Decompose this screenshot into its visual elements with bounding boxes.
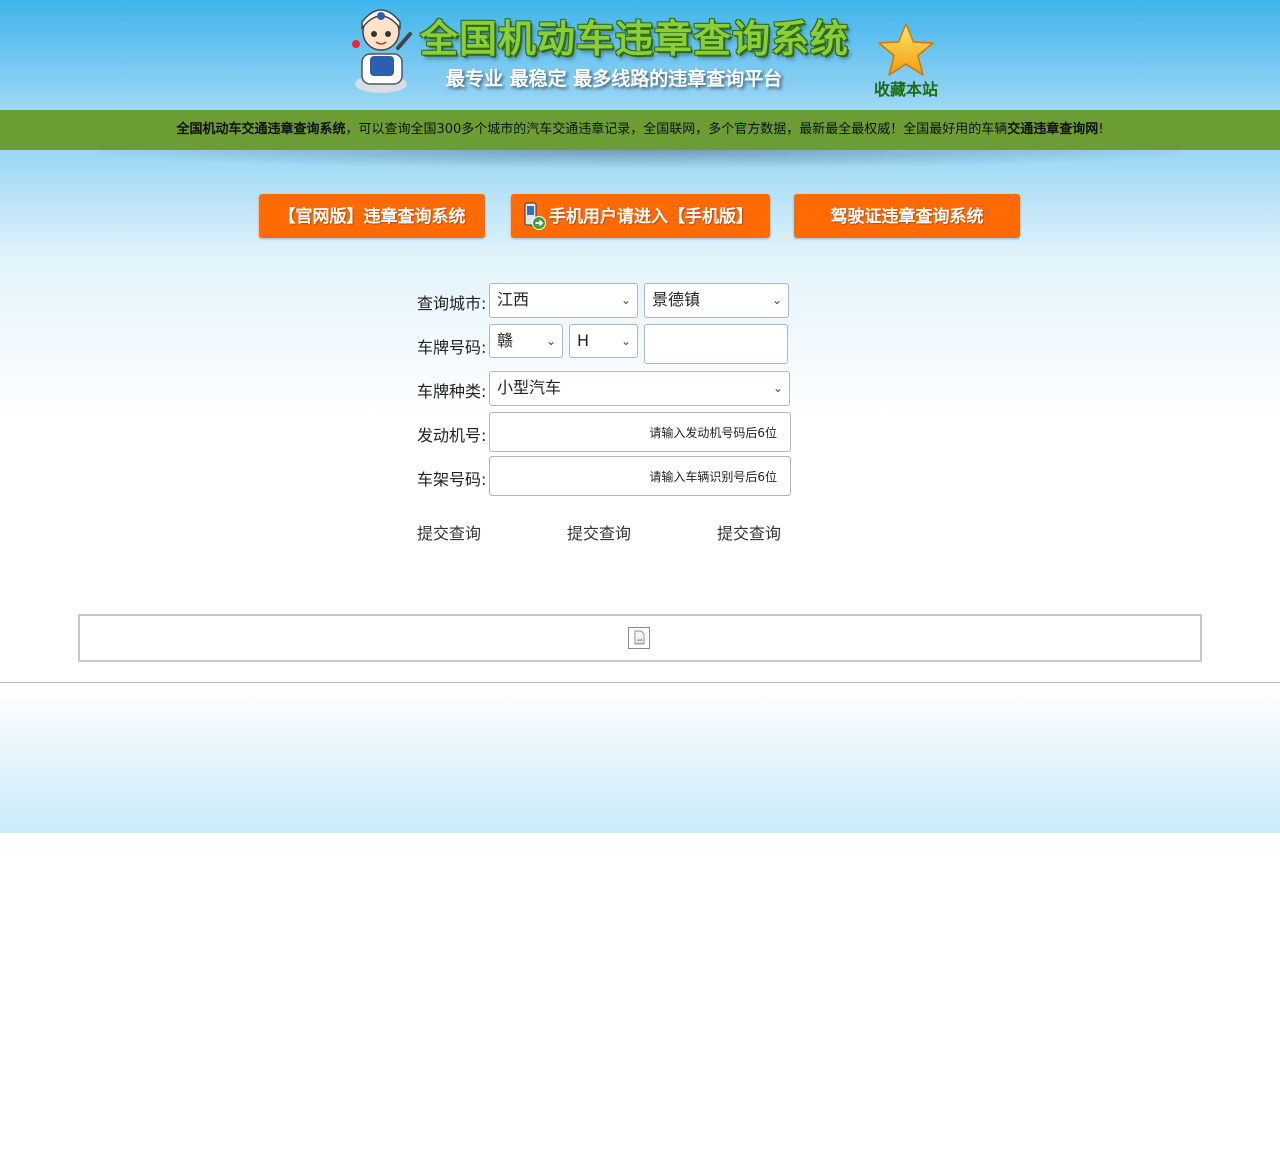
phone-icon (524, 202, 546, 230)
favorite-label: 收藏本站 (873, 80, 938, 99)
license-query-button[interactable]: 驾驶证违章查询系统 (794, 194, 1020, 238)
plate-prefix-select[interactable]: 赣 ⌄ (489, 324, 563, 358)
plate-type-select[interactable]: 小型汽车 ⌄ (489, 371, 790, 406)
city-value: 景德镇 (652, 290, 701, 309)
chevron-down-icon: ⌄ (772, 381, 783, 395)
broken-image-icon (628, 627, 650, 649)
site-header: 全国机动车违章查询系统 最专业 最稳定 最多线路的违章查询平台 收藏本站 (0, 0, 1280, 110)
engine-label: 发动机号: (417, 426, 487, 445)
license-query-label: 驾驶证违章查询系统 (830, 207, 984, 227)
frame-number-input[interactable]: 请输入车辆识别号后6位 (489, 456, 791, 496)
official-version-button[interactable]: 【官网版】违章查询系统 (259, 194, 485, 238)
plate-letter-value: H (577, 331, 590, 350)
site-title: 全国机动车违章查询系统 (420, 17, 850, 61)
city-label: 查询城市: (417, 294, 487, 313)
plate-letter-select[interactable]: H ⌄ (569, 324, 638, 358)
frame-number-hint: 请输入车辆识别号后6位 (649, 470, 777, 484)
chevron-down-icon: ⌄ (620, 334, 631, 348)
plate-number-input[interactable] (644, 324, 788, 364)
submit-query-button-3[interactable]: 提交查询 (717, 520, 781, 544)
mobile-version-button[interactable]: 手机用户请进入【手机版】 (511, 194, 770, 238)
notice-system-name: 全国机动车交通违章查询系统 (176, 122, 346, 137)
submit-query-button-2[interactable]: 提交查询 (567, 520, 631, 544)
chevron-down-icon: ⌄ (771, 293, 782, 307)
official-version-label: 【官网版】违章查询系统 (278, 207, 466, 227)
submit-query-button-1[interactable]: 提交查询 (417, 520, 481, 544)
site-slogan: 最专业 最稳定 最多线路的违章查询平台 (446, 68, 783, 90)
engine-number-hint: 请输入发动机号码后6位 (649, 426, 777, 440)
plate-type-label: 车牌种类: (417, 382, 487, 401)
plate-type-value: 小型汽车 (497, 378, 562, 397)
footer-divider (0, 682, 1280, 683)
ad-banner[interactable] (78, 614, 1202, 662)
province-value: 江西 (497, 290, 530, 309)
city-select[interactable]: 景德镇 ⌄ (644, 283, 789, 318)
mobile-version-label: 手机用户请进入【手机版】 (549, 207, 753, 227)
chevron-down-icon: ⌄ (545, 334, 556, 348)
notice-shadow (100, 150, 1180, 168)
mascot-icon (352, 9, 412, 93)
notice-site-name: 交通违章查询网 (1007, 122, 1099, 137)
plate-prefix-value: 赣 (497, 331, 514, 350)
plate-label: 车牌号码: (417, 338, 487, 357)
star-icon (878, 23, 934, 76)
frame-label: 车架号码: (417, 470, 487, 489)
notice-bar: 全国机动车交通违章查询系统，可以查询全国300多个城市的汽车交通违章记录，全国联… (0, 110, 1280, 150)
province-select[interactable]: 江西 ⌄ (489, 283, 638, 318)
notice-text: ，可以查询全国300多个城市的汽车交通违章记录，全国联网，多个官方数据，最新最全… (345, 122, 1008, 137)
notice-end: ! (1098, 122, 1104, 137)
chevron-down-icon: ⌄ (620, 293, 631, 307)
favorite-button[interactable]: 收藏本站 (866, 22, 946, 102)
engine-number-input[interactable]: 请输入发动机号码后6位 (489, 412, 791, 452)
